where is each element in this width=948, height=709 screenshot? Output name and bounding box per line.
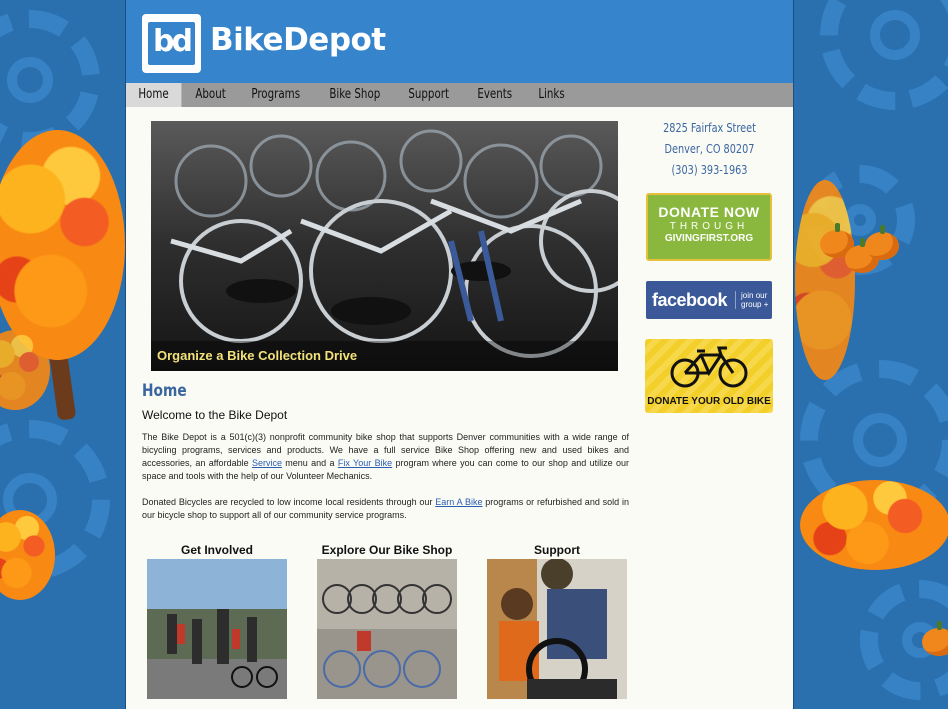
address-line2: Denver, CO 80207 xyxy=(664,142,755,156)
tile-title: Explore Our Bike Shop xyxy=(321,543,453,557)
bicycle-icon xyxy=(670,346,748,388)
join-group-label: join our group + xyxy=(735,291,772,309)
donation-text-a: Donated Bicycles are recycled to low inc… xyxy=(142,497,436,507)
gear-decoration xyxy=(820,0,948,110)
hero-slideshow[interactable]: Organize a Bike Collection Drive xyxy=(151,121,618,371)
address-line1: 2825 Fairfax Street xyxy=(663,121,756,135)
tile-explore-bike-shop[interactable]: Explore Our Bike Shop xyxy=(312,543,462,699)
hero-caption[interactable]: Organize a Bike Collection Drive xyxy=(151,341,618,371)
tile-support[interactable]: Support xyxy=(482,543,632,699)
service-link[interactable]: Service xyxy=(252,458,282,468)
facebook-logo: facebook xyxy=(652,289,728,310)
nav-bike-shop[interactable]: Bike Shop xyxy=(317,83,393,107)
sidebar: 2825 Fairfax Street Denver, CO 80207 (30… xyxy=(642,118,777,413)
gear-decoration xyxy=(0,10,100,150)
nav-about[interactable]: About xyxy=(183,83,238,107)
page-container: bd BikeDepot Home About Programs Bike Sh… xyxy=(125,0,794,709)
welcome-heading: Welcome to the Bike Depot xyxy=(142,408,288,422)
pumpkin-decoration xyxy=(865,225,899,260)
site-title[interactable]: BikeDepot xyxy=(210,22,386,58)
donation-paragraph: Donated Bicycles are recycled to low inc… xyxy=(142,496,629,522)
earn-a-bike-link[interactable]: Earn A Bike xyxy=(435,497,482,507)
donate-now-banner[interactable]: DONATE NOW THROUGH GIVINGFIRST.ORG xyxy=(646,193,772,261)
site-header: bd BikeDepot xyxy=(126,0,793,83)
nav-events[interactable]: Events xyxy=(465,83,524,107)
feature-tiles: Get Involved Explore Our Bike Shop Suppo… xyxy=(142,543,632,699)
logo-mark: bd xyxy=(148,22,195,65)
nav-support[interactable]: Support xyxy=(396,83,461,107)
main-nav: Home About Programs Bike Shop Support Ev… xyxy=(126,83,793,107)
hero-image-bikes xyxy=(151,121,618,371)
logo[interactable]: bd xyxy=(142,14,201,73)
bike-shop-photo[interactable] xyxy=(317,559,457,699)
nav-links[interactable]: Links xyxy=(526,83,577,107)
tile-title: Get Involved xyxy=(180,543,254,557)
intro-paragraph: The Bike Depot is a 501(c)(3) nonprofit … xyxy=(142,431,629,483)
phone-number: (303) 393-1963 xyxy=(671,163,748,177)
tile-title: Support xyxy=(534,543,580,557)
donate-bike-banner[interactable]: DONATE YOUR OLD BIKE xyxy=(645,339,773,413)
donate-now-label: DONATE NOW xyxy=(658,204,760,220)
autumn-tree xyxy=(0,130,125,360)
fix-your-bike-link[interactable]: Fix Your Bike xyxy=(338,458,392,468)
autumn-leaves xyxy=(800,480,948,570)
nav-programs[interactable]: Programs xyxy=(239,83,312,107)
get-involved-photo[interactable] xyxy=(147,559,287,699)
facebook-banner[interactable]: facebook join our group + xyxy=(646,281,772,319)
donate-bike-label: DONATE YOUR OLD BIKE xyxy=(647,396,771,407)
tile-get-involved[interactable]: Get Involved xyxy=(142,543,292,699)
through-label: THROUGH xyxy=(669,221,749,232)
nav-home[interactable]: Home xyxy=(126,83,182,107)
intro-text-b: menu and a xyxy=(281,458,338,468)
autumn-leaves xyxy=(795,180,855,380)
pumpkin-decoration xyxy=(922,621,948,656)
support-photo[interactable] xyxy=(487,559,627,699)
main-content: Home Welcome to the Bike Depot The Bike … xyxy=(142,381,629,522)
page-title: Home xyxy=(142,381,187,401)
givingfirst-label: GIVINGFIRST.ORG xyxy=(664,233,754,244)
